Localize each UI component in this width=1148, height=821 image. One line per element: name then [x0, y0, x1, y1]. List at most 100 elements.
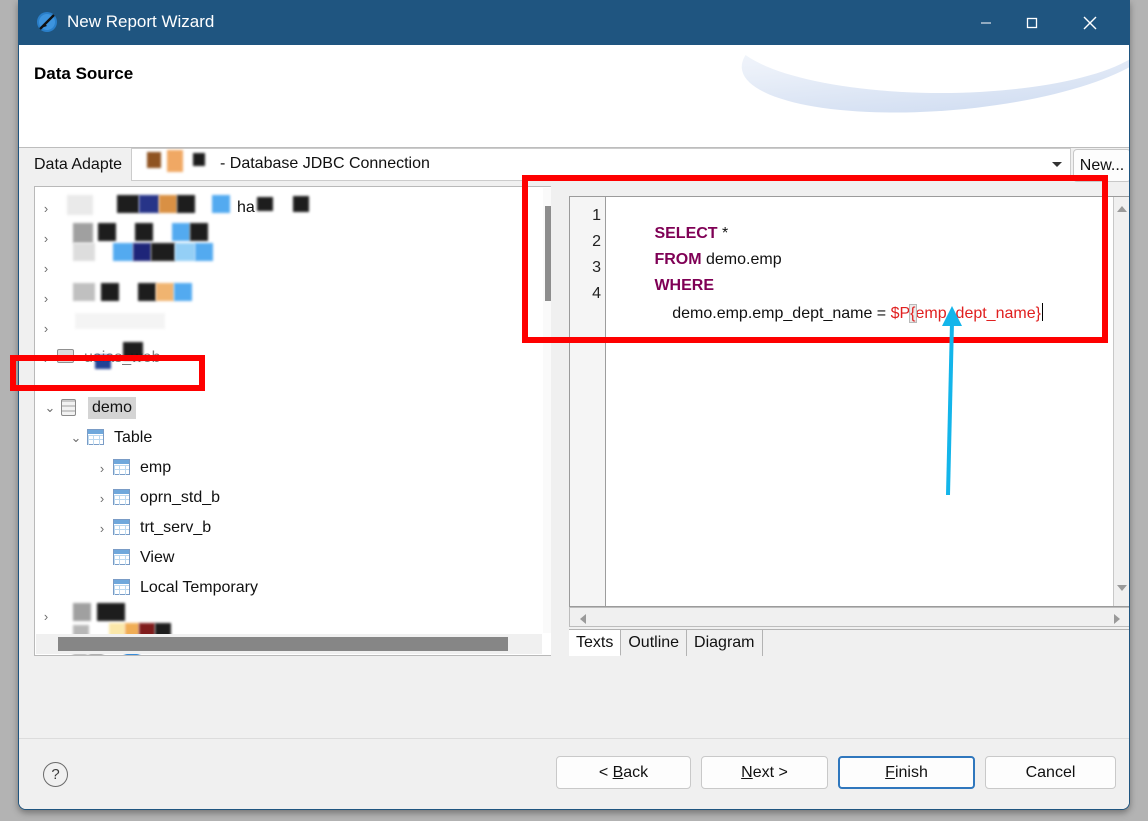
- collapse-arrow-icon[interactable]: ⌄: [65, 430, 87, 446]
- expand-arrow-icon[interactable]: ›: [35, 201, 57, 216]
- redaction-block: [190, 223, 208, 241]
- chevron-down-icon: [1052, 162, 1062, 167]
- scroll-right-icon[interactable]: [1114, 614, 1120, 624]
- finish-button[interactable]: Finish: [838, 756, 975, 789]
- table-icon: [87, 429, 109, 447]
- finish-button-label: Finish: [885, 764, 928, 782]
- expand-arrow-icon[interactable]: ›: [35, 351, 57, 366]
- redaction-block: [113, 243, 133, 261]
- editor-tab-bar: Texts Outline Diagram: [569, 629, 1130, 656]
- dialog-footer: ? < Back Next > Finish Cancel: [19, 738, 1130, 809]
- expand-arrow-icon[interactable]: ›: [91, 521, 113, 536]
- tab-texts[interactable]: Texts: [569, 630, 621, 656]
- server-icon: [57, 349, 79, 367]
- redaction-block: [167, 150, 183, 172]
- next-button-label: Next >: [741, 764, 788, 782]
- data-adapter-row: Data Adapte - Database JDBC Connection N…: [19, 148, 1130, 186]
- tree-item-view[interactable]: View: [35, 543, 545, 573]
- tree-item-local-temporary[interactable]: Local Temporary: [35, 573, 545, 603]
- sql-text: demo.emp.emp_dept_name =: [654, 305, 890, 322]
- cancel-button[interactable]: Cancel: [985, 756, 1116, 789]
- maximize-button[interactable]: [1009, 0, 1055, 45]
- redaction-block: [98, 223, 116, 241]
- back-button[interactable]: < Back: [556, 756, 691, 789]
- title-bar: New Report Wizard: [19, 0, 1130, 45]
- tree-horizontal-scroll-thumb[interactable]: [58, 637, 508, 651]
- tree-item-label: oprn_std_b: [140, 487, 220, 509]
- page-title: Data Source: [34, 64, 133, 84]
- new-data-adapter-button[interactable]: New...: [1073, 149, 1130, 182]
- redaction-block: [73, 243, 95, 261]
- line-number: 1: [592, 207, 601, 225]
- tree-item-oprn-std-b[interactable]: › oprn_std_b: [35, 483, 545, 513]
- redaction-block: [138, 283, 156, 301]
- tree-item-demo[interactable]: ⌄ demo: [35, 393, 545, 423]
- tree-content: › ha › › › › ›: [35, 187, 545, 627]
- sql-line-4: demo.emp.emp_dept_name = $P{emp_dept_nam…: [610, 285, 1043, 341]
- close-icon: [1080, 13, 1100, 33]
- expand-arrow-icon[interactable]: ›: [35, 261, 57, 276]
- close-button[interactable]: [1067, 0, 1113, 45]
- data-adapter-combo[interactable]: - Database JDBC Connection: [131, 148, 1071, 181]
- redaction-block: [95, 355, 111, 369]
- redaction-block: [156, 283, 174, 301]
- redaction-block: [172, 223, 190, 241]
- line-number: 3: [592, 259, 601, 277]
- expand-arrow-icon[interactable]: ›: [91, 491, 113, 506]
- tab-bar-filler: [763, 630, 1130, 656]
- minimize-icon: [978, 15, 994, 31]
- tree-item-label: emp: [140, 457, 171, 479]
- line-number: 4: [592, 285, 601, 303]
- scroll-up-icon[interactable]: [1117, 206, 1127, 212]
- expand-arrow-icon[interactable]: ›: [35, 321, 57, 336]
- tab-outline[interactable]: Outline: [621, 630, 687, 656]
- minimize-button[interactable]: [963, 0, 1009, 45]
- window-title: New Report Wizard: [67, 10, 214, 34]
- tree-item-label: Table: [114, 427, 152, 449]
- redaction-block: [101, 283, 119, 301]
- editor-horizontal-scrollbar[interactable]: [569, 607, 1130, 627]
- redaction-block: [117, 195, 139, 213]
- tree-row[interactable]: ›: [35, 655, 545, 656]
- redaction-block: [73, 603, 91, 621]
- data-source-tree[interactable]: › ha › › › › ›: [34, 186, 559, 656]
- editor-vertical-scrollbar[interactable]: [1113, 197, 1130, 606]
- tree-item-emp[interactable]: › emp: [35, 453, 545, 483]
- line-number: 2: [592, 233, 601, 251]
- redaction-block: [147, 152, 161, 168]
- expand-arrow-icon[interactable]: ›: [35, 609, 57, 624]
- tree-row[interactable]: ›: [35, 253, 545, 283]
- redaction-block: [139, 195, 159, 213]
- tab-diagram[interactable]: Diagram: [687, 630, 762, 656]
- next-button[interactable]: Next >: [701, 756, 828, 789]
- database-icon: [61, 399, 83, 417]
- sql-parameter-prefix: $P: [891, 305, 911, 322]
- redaction-block: [151, 243, 175, 261]
- redaction-block: [293, 196, 309, 212]
- redaction-block: [75, 313, 165, 329]
- tree-row[interactable]: › uaias_web: [35, 343, 545, 373]
- sql-text-editor[interactable]: 1 2 3 4 SELECT * FROM demo.emp WHERE dem…: [569, 196, 1130, 607]
- expand-arrow-icon[interactable]: ›: [91, 461, 113, 476]
- tree-horizontal-scrollbar[interactable]: [36, 634, 542, 654]
- tree-item-label: trt_serv_b: [140, 517, 211, 539]
- data-adapter-value: - Database JDBC Connection: [140, 155, 430, 173]
- redaction-block: [67, 195, 93, 215]
- expand-arrow-icon[interactable]: ›: [35, 231, 57, 246]
- tree-item-table-folder[interactable]: ⌄ Table: [35, 423, 545, 453]
- scroll-left-icon[interactable]: [580, 614, 586, 624]
- expand-arrow-icon[interactable]: ›: [35, 291, 57, 306]
- tree-item-label: demo: [88, 397, 136, 419]
- query-editor-panel: 1 2 3 4 SELECT * FROM demo.emp WHERE dem…: [551, 186, 1130, 656]
- collapse-arrow-icon[interactable]: ⌄: [39, 400, 61, 416]
- help-icon[interactable]: ?: [43, 762, 68, 787]
- redaction-block: [159, 195, 177, 213]
- tree-item-trt-serv-b[interactable]: › trt_serv_b: [35, 513, 545, 543]
- new-report-wizard-dialog: New Report Wizard Data Source Data Adapt…: [18, 0, 1130, 810]
- app-icon: [35, 10, 59, 34]
- wizard-header: Data Source: [19, 45, 1130, 148]
- text-caret: [1042, 303, 1043, 321]
- redaction-block: [73, 283, 95, 301]
- scroll-down-icon[interactable]: [1117, 585, 1127, 591]
- tree-row[interactable]: › ha: [35, 193, 545, 223]
